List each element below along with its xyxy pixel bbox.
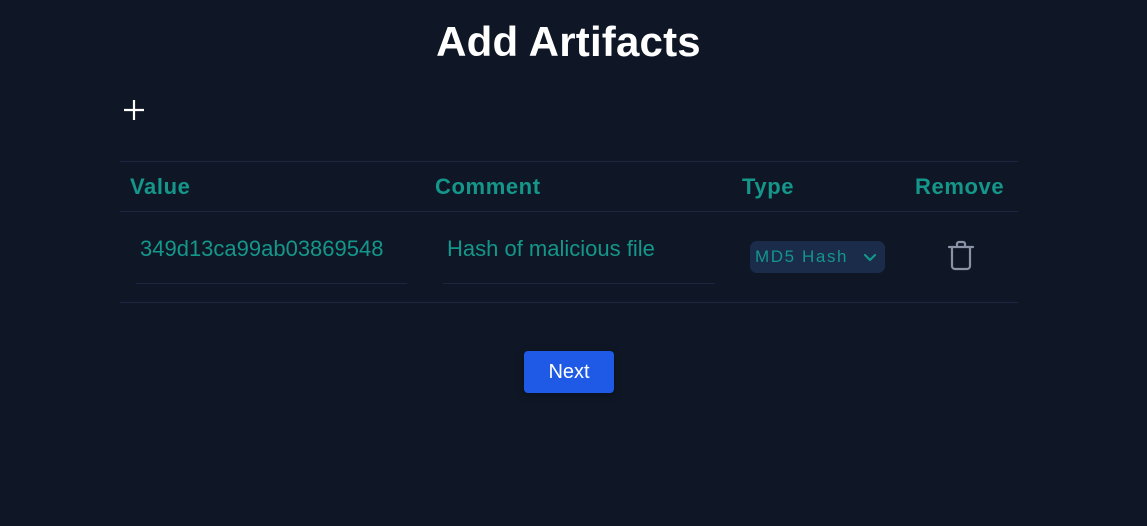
- value-input[interactable]: [136, 234, 407, 264]
- column-header-remove: Remove: [915, 174, 1005, 199]
- add-artifact-button[interactable]: [120, 96, 148, 124]
- column-header-value: Value: [130, 174, 191, 199]
- add-artifacts-page: Add Artifacts Value Comment Type Remove: [0, 0, 1147, 526]
- table-header-row: Value Comment Type Remove: [120, 162, 1018, 211]
- remove-row-button[interactable]: [946, 239, 976, 273]
- trash-icon: [946, 240, 976, 276]
- artifacts-table: Value Comment Type Remove MD5 Hash: [120, 161, 1018, 303]
- value-underline: [136, 283, 407, 284]
- next-button[interactable]: Next: [524, 351, 614, 393]
- chevron-down-icon: [863, 251, 877, 269]
- comment-underline: [443, 283, 715, 284]
- table-bottom-divider: [120, 302, 1018, 303]
- type-select[interactable]: MD5 Hash: [750, 241, 885, 273]
- table-row: MD5 Hash: [120, 212, 1018, 302]
- plus-icon: [120, 96, 148, 124]
- column-header-type: Type: [742, 174, 795, 199]
- comment-input[interactable]: [443, 234, 715, 264]
- page-title: Add Artifacts: [436, 18, 701, 65]
- comment-field: [443, 212, 715, 284]
- column-header-comment: Comment: [435, 174, 541, 199]
- type-select-value: MD5 Hash: [755, 247, 849, 266]
- value-field: [136, 212, 407, 284]
